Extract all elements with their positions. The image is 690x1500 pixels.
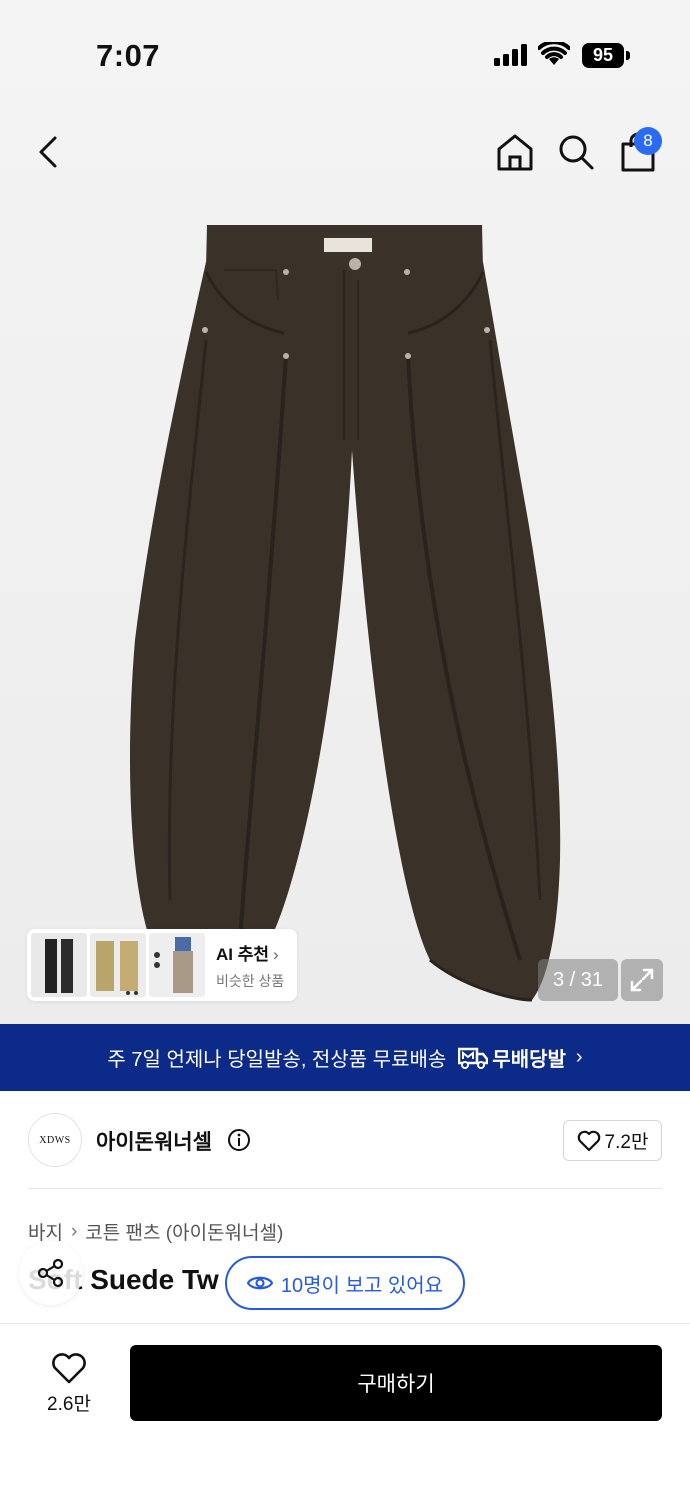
viewers-text: 10명이 보고 있어요 <box>280 1274 444 1297</box>
brand-like-count: 7.2만 <box>604 1132 649 1153</box>
buy-button[interactable]: 구매하기 <box>130 1345 662 1421</box>
status-time: 7:07 <box>96 38 161 73</box>
heart-icon <box>577 1130 600 1151</box>
back-icon <box>39 136 57 168</box>
chevron-right-icon: › <box>70 1220 78 1242</box>
search-button[interactable] <box>552 128 600 176</box>
image-counter: 3 / 31 <box>538 959 618 1001</box>
ai-card-subtitle: 비슷한 상품 <box>216 972 285 989</box>
battery-indicator: 95 <box>582 43 624 68</box>
free-delivery-badge: 무배당발 <box>458 1043 566 1072</box>
ai-recommendation-card[interactable]: AI 추천 › 비슷한 상품 <box>27 929 297 1001</box>
wishlist-button[interactable]: 2.6만 <box>28 1348 110 1420</box>
delivery-banner[interactable]: 주 7일 언제나 당일발송, 전상품 무료배송 무배당발 › <box>0 1024 690 1091</box>
heart-icon <box>52 1352 86 1383</box>
divider <box>0 1323 690 1324</box>
chevron-right-icon: › <box>575 1046 583 1068</box>
cart-count-badge: 8 <box>634 127 662 155</box>
brand-logo-text: XDWS <box>39 1134 71 1146</box>
chevron-right-icon: › <box>273 944 279 964</box>
divider <box>28 1188 662 1189</box>
delivery-truck-icon <box>458 1047 489 1069</box>
cellular-signal-icon <box>494 44 527 66</box>
brand-name[interactable]: 아이돈워너셀 <box>96 1126 212 1156</box>
battery-tip <box>626 51 630 60</box>
viewers-pill: 10명이 보고 있어요 <box>225 1256 465 1310</box>
info-icon[interactable] <box>227 1128 251 1152</box>
eye-icon <box>246 1276 273 1290</box>
brand-like-button[interactable]: 7.2만 <box>563 1120 662 1161</box>
search-icon <box>559 135 594 170</box>
brand-logo[interactable]: XDWS <box>28 1113 82 1167</box>
wishlist-count: 2.6만 <box>47 1393 91 1415</box>
ai-card-title: AI 추천 › <box>216 944 279 964</box>
banner-text: 주 7일 언제나 당일발송, 전상품 무료배송 <box>107 1049 447 1071</box>
back-button[interactable] <box>24 128 72 176</box>
breadcrumb-subcategory[interactable]: 코튼 팬츠 (아이돈워너셀) <box>85 1218 283 1245</box>
share-icon <box>37 1258 64 1288</box>
expand-icon <box>630 968 654 992</box>
ai-thumbnail-3 <box>149 933 205 997</box>
home-button[interactable] <box>491 128 539 176</box>
home-icon <box>497 134 533 171</box>
ai-thumbnail-1 <box>31 933 87 997</box>
status-bar: 7:07 95 <box>0 0 690 110</box>
share-button[interactable] <box>19 1241 83 1305</box>
breadcrumb: 바지 › 코튼 팬츠 (아이돈워너셀) <box>28 1218 283 1245</box>
expand-image-button[interactable] <box>621 959 663 1001</box>
wifi-icon <box>538 42 570 65</box>
ai-thumbnail-2 <box>90 933 146 997</box>
